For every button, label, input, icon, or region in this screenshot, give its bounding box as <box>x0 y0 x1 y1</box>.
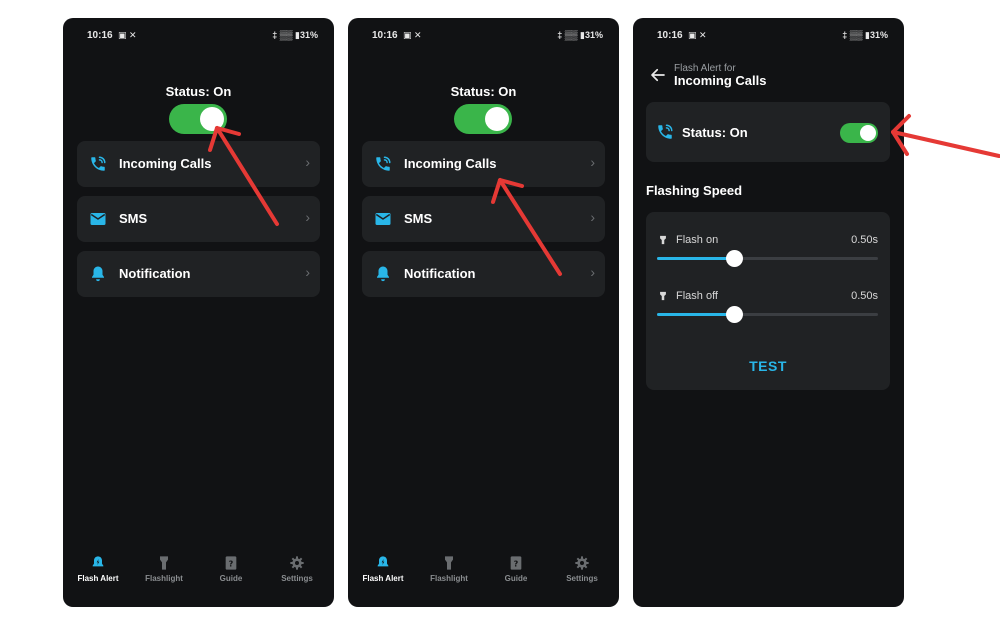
nav-label: Settings <box>281 574 313 583</box>
slider-value: 0.50s <box>851 290 878 302</box>
annotation-arrow <box>208 126 279 226</box>
page-title: Incoming Calls <box>674 73 767 88</box>
slider-thumb[interactable] <box>726 250 744 267</box>
phone-screen-home-2: 10:16 ▣ ✕ ‡ ▒▒ ▮31% Status: On Incoming … <box>348 18 619 607</box>
guide-icon: ? <box>225 556 237 570</box>
nav-label: Guide <box>219 574 243 583</box>
nav-flashlight[interactable]: Flashlight <box>134 555 194 583</box>
section-heading: Flashing Speed <box>646 183 743 198</box>
menu-item-notification[interactable]: Notification › <box>362 251 605 297</box>
nav-label: Flash Alert <box>362 574 404 583</box>
chevron-right-icon: › <box>305 154 310 170</box>
status-bar: 10:16 ▣ ✕ ‡ ▒▒ ▮31% <box>633 18 904 52</box>
phone-screen-home-1: 10:16 ▣ ✕ ‡ ▒▒ ▮31% Status: On Incoming … <box>63 18 334 607</box>
chevron-right-icon: › <box>305 264 310 280</box>
nav-label: Flashlight <box>145 574 183 583</box>
bottom-navigation: Flash Alert Flashlight ? Guide Settings <box>63 547 334 607</box>
gear-icon <box>575 556 589 570</box>
chevron-right-icon: › <box>590 209 595 225</box>
nav-flash-alert[interactable]: Flash Alert <box>353 555 413 583</box>
annotation-arrow <box>891 114 1000 158</box>
flashlight-icon <box>445 556 453 570</box>
svg-text:?: ? <box>514 559 519 568</box>
menu-item-incoming-calls[interactable]: Incoming Calls › <box>362 141 605 187</box>
system-indicators: ‡ ▒▒ ▮31% <box>272 30 318 40</box>
flash-alert-icon <box>92 556 104 567</box>
status-toggle[interactable] <box>840 123 878 143</box>
nav-label: Flash Alert <box>77 574 119 583</box>
notification-icons: ▣ ✕ <box>118 30 137 40</box>
slider-track[interactable] <box>657 250 878 267</box>
status-label: Status: On <box>682 125 748 140</box>
status-label: Status: On <box>450 84 517 99</box>
annotation-arrow <box>491 178 562 276</box>
slider-fill <box>657 257 735 260</box>
menu-item-notification[interactable]: Notification › <box>77 251 320 297</box>
phone-screen-detail: 10:16 ▣ ✕ ‡ ▒▒ ▮31% Flash Alert for Inco… <box>633 18 904 607</box>
notification-icons: ▣ ✕ <box>688 30 707 40</box>
status-time: 10:16 <box>657 30 683 41</box>
menu-item-label: SMS <box>119 211 148 226</box>
slider-fill <box>657 313 735 316</box>
status-card: Status: On <box>646 102 890 162</box>
flashing-speed-card: Flash on 0.50s Flash off 0.50s TEST <box>646 212 890 390</box>
flashlight-icon <box>660 235 666 245</box>
status-label: Status: On <box>165 84 232 99</box>
status-bar: 10:16 ▣ ✕ ‡ ▒▒ ▮31% <box>63 18 334 52</box>
menu-item-label: Notification <box>404 266 476 281</box>
status-time: 10:16 <box>372 30 398 41</box>
slider-value: 0.50s <box>851 234 878 246</box>
flashlight-icon <box>660 291 666 301</box>
phone-ringing-icon <box>376 156 391 171</box>
menu-item-label: SMS <box>404 211 433 226</box>
nav-label: Flashlight <box>430 574 468 583</box>
nav-guide[interactable]: ? Guide <box>201 555 261 583</box>
flashlight-icon <box>160 556 168 570</box>
status-toggle[interactable] <box>454 104 512 134</box>
notification-icons: ▣ ✕ <box>403 30 422 40</box>
bell-icon <box>92 266 104 282</box>
nav-label: Settings <box>566 574 598 583</box>
svg-text:?: ? <box>229 559 234 568</box>
nav-settings[interactable]: Settings <box>552 555 612 583</box>
guide-icon: ? <box>510 556 522 570</box>
chevron-right-icon: › <box>590 154 595 170</box>
status-bar: 10:16 ▣ ✕ ‡ ▒▒ ▮31% <box>348 18 619 52</box>
nav-flashlight[interactable]: Flashlight <box>419 555 479 583</box>
slider-thumb[interactable] <box>726 306 744 323</box>
toggle-knob <box>860 125 876 141</box>
system-indicators: ‡ ▒▒ ▮31% <box>557 30 603 40</box>
bottom-navigation: Flash Alert Flashlight ? Guide Settings <box>348 547 619 607</box>
envelope-icon <box>375 213 391 225</box>
nav-settings[interactable]: Settings <box>267 555 327 583</box>
slider-label: Flash off <box>676 290 718 302</box>
chevron-right-icon: › <box>590 264 595 280</box>
nav-label: Guide <box>504 574 528 583</box>
toggle-knob <box>485 107 509 131</box>
phone-ringing-icon <box>658 124 673 139</box>
phone-ringing-icon <box>91 156 106 171</box>
bell-icon <box>377 266 389 282</box>
test-button[interactable]: TEST <box>646 358 890 374</box>
flash-alert-icon <box>377 556 389 567</box>
back-arrow-icon[interactable] <box>649 66 667 84</box>
nav-flash-alert[interactable]: Flash Alert <box>68 555 128 583</box>
nav-guide[interactable]: ? Guide <box>486 555 546 583</box>
menu-item-label: Incoming Calls <box>119 156 212 171</box>
menu-item-label: Notification <box>119 266 191 281</box>
slider-track[interactable] <box>657 306 878 323</box>
gear-icon <box>290 556 304 570</box>
menu-item-sms[interactable]: SMS › <box>362 196 605 242</box>
chevron-right-icon: › <box>305 209 310 225</box>
status-time: 10:16 <box>87 30 113 41</box>
slider-label: Flash on <box>676 234 719 246</box>
system-indicators: ‡ ▒▒ ▮31% <box>842 30 888 40</box>
menu-item-label: Incoming Calls <box>404 156 497 171</box>
envelope-icon <box>90 213 106 225</box>
